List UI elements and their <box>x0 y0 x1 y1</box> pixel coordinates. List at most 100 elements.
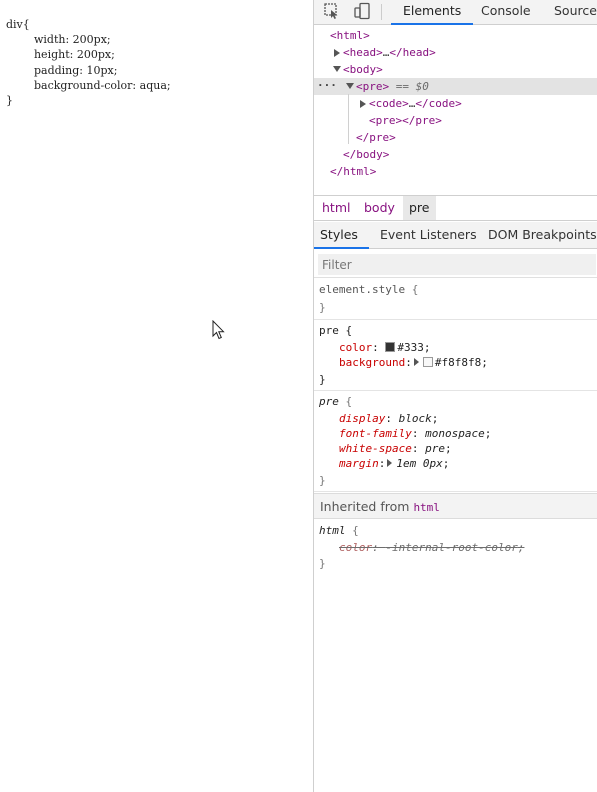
rule-selector[interactable]: pre <box>319 395 339 408</box>
rule-element-style: element.style { } <box>314 279 597 320</box>
collapse-triangle-icon[interactable] <box>346 83 354 89</box>
mouse-cursor-icon <box>212 320 225 340</box>
page-code-block: div{ width: 200px; height: 200px; paddin… <box>6 17 171 108</box>
declaration-white-space[interactable]: white-space: pre; <box>339 441 452 456</box>
rule-brace: { <box>345 324 353 337</box>
declaration-background[interactable]: background: #f8f8f8; <box>339 355 488 370</box>
device-toolbar-icon[interactable] <box>353 2 371 20</box>
selected-node-marker: == $0 <box>395 80 429 93</box>
rule-brace: } <box>319 474 326 487</box>
rule-brace: { <box>345 395 353 408</box>
tab-event-listeners[interactable]: Event Listeners <box>380 222 477 249</box>
rule-pre-author: pre { color: #333; background: #f8f8f8; } <box>314 320 597 391</box>
dom-tag: <pre> <box>369 114 403 127</box>
rule-brace: } <box>319 373 326 386</box>
breadcrumb: html body pre <box>314 195 597 221</box>
rule-selector[interactable]: pre <box>319 324 339 337</box>
dom-node-pre-selected[interactable]: ··· <pre> == $0 <box>314 78 597 95</box>
tab-elements[interactable]: Elements <box>391 0 474 25</box>
rule-brace: } <box>319 557 326 570</box>
dom-tag: </pre> <box>402 114 442 127</box>
tree-guide-line <box>348 94 349 144</box>
color-swatch-icon[interactable] <box>385 342 396 352</box>
breadcrumb-pre[interactable]: pre <box>403 196 436 220</box>
tab-styles[interactable]: Styles <box>314 222 369 249</box>
inherited-from-header: Inherited from html <box>314 493 597 519</box>
code-line: div{ <box>6 18 30 31</box>
expand-triangle-icon[interactable] <box>387 459 393 467</box>
code-line: } <box>6 94 13 108</box>
code-line: background-color: aqua; <box>6 78 171 92</box>
property-name[interactable]: margin <box>339 457 379 470</box>
code-line: height: 200px; <box>6 48 115 62</box>
styles-filter-input[interactable] <box>318 254 596 275</box>
property-name[interactable]: color <box>339 541 372 554</box>
property-name[interactable]: font-family <box>339 427 412 440</box>
property-value[interactable]: 1em 0px <box>396 457 442 470</box>
property-name[interactable]: color <box>339 341 372 354</box>
dom-node-code[interactable]: <code>…</code> <box>314 95 597 112</box>
expand-triangle-icon[interactable] <box>413 358 419 366</box>
rule-html-user-agent: html { color: -internal-root-color; } <box>314 520 597 576</box>
declaration-color-overridden[interactable]: color: -internal-root-color; <box>339 540 524 555</box>
inspect-element-icon[interactable] <box>323 2 341 20</box>
property-value[interactable]: #333 <box>397 341 424 354</box>
property-value[interactable]: pre <box>425 442 445 455</box>
expand-triangle-icon[interactable] <box>334 49 340 57</box>
devtools-panel: Elements Console Sources <html> <head>…<… <box>313 0 597 792</box>
code-line: width: 200px; <box>6 33 111 47</box>
property-value[interactable]: -internal-root-color <box>385 541 517 554</box>
code-line: padding: 10px; <box>6 63 118 77</box>
property-value[interactable]: #f8f8f8 <box>435 356 481 369</box>
declaration-color[interactable]: color: #333; <box>339 340 431 355</box>
dom-node-html[interactable]: <html> <box>314 27 597 44</box>
property-name[interactable]: display <box>339 412 385 425</box>
dom-tag: <pre> <box>356 80 390 93</box>
dom-tag: <code> <box>369 97 409 110</box>
property-name[interactable]: white-space <box>339 442 412 455</box>
dom-tag: </pre> <box>356 131 396 144</box>
dom-node-head[interactable]: <head>…</head> <box>314 44 597 61</box>
dom-node-html-close[interactable]: </html> <box>314 163 597 180</box>
tab-dom-breakpoints[interactable]: DOM Breakpoints <box>488 222 597 249</box>
property-value[interactable]: monospace <box>425 427 485 440</box>
dom-tag: <body> <box>343 63 383 76</box>
declaration-font-family[interactable]: font-family: monospace; <box>339 426 491 441</box>
more-actions-icon[interactable]: ··· <box>317 77 337 94</box>
dom-node-body[interactable]: <body> <box>314 61 597 78</box>
collapse-triangle-icon[interactable] <box>333 66 341 72</box>
rule-brace: { <box>411 283 419 296</box>
dom-tag: </html> <box>330 165 377 178</box>
color-swatch-icon[interactable] <box>422 357 433 367</box>
dom-node-inner-pre[interactable]: <pre></pre> <box>314 112 597 129</box>
dom-node-pre-close[interactable]: </pre> <box>314 129 597 146</box>
rule-selector[interactable]: element.style <box>319 283 405 296</box>
devtools-toolbar: Elements Console Sources <box>314 0 597 25</box>
inherited-node-link[interactable]: html <box>413 501 440 514</box>
property-name[interactable]: background <box>339 356 405 369</box>
tab-console[interactable]: Console <box>481 0 531 25</box>
declaration-margin[interactable]: margin: 1em 0px; <box>339 456 449 471</box>
styles-filter-bar <box>314 250 597 278</box>
toolbar-divider <box>381 4 382 20</box>
rule-pre-user-agent: pre { display: block; font-family: monos… <box>314 391 597 492</box>
breadcrumb-body[interactable]: body <box>358 196 401 220</box>
declaration-display[interactable]: display: block; <box>339 411 438 426</box>
dom-tag: </head> <box>389 46 436 59</box>
dom-tag: </code> <box>415 97 462 110</box>
rule-brace: } <box>319 301 326 314</box>
dom-tag: <html> <box>330 29 370 42</box>
inherited-label: Inherited from <box>320 499 410 514</box>
rule-brace: { <box>352 524 359 537</box>
dom-node-body-close[interactable]: </body> <box>314 146 597 163</box>
page-viewport: div{ width: 200px; height: 200px; paddin… <box>0 0 313 792</box>
rule-selector[interactable]: html <box>319 524 346 537</box>
dom-tag: </body> <box>343 148 390 161</box>
styles-subtabs: Styles Event Listeners DOM Breakpoints <box>314 222 597 249</box>
property-value[interactable]: block <box>399 412 432 425</box>
breadcrumb-html[interactable]: html <box>316 196 356 220</box>
expand-triangle-icon[interactable] <box>360 100 366 108</box>
dom-tag: <head> <box>343 46 383 59</box>
tab-sources[interactable]: Sources <box>554 0 597 25</box>
dom-tree: <html> <head>…</head> <body> ··· <pre> =… <box>314 26 597 194</box>
